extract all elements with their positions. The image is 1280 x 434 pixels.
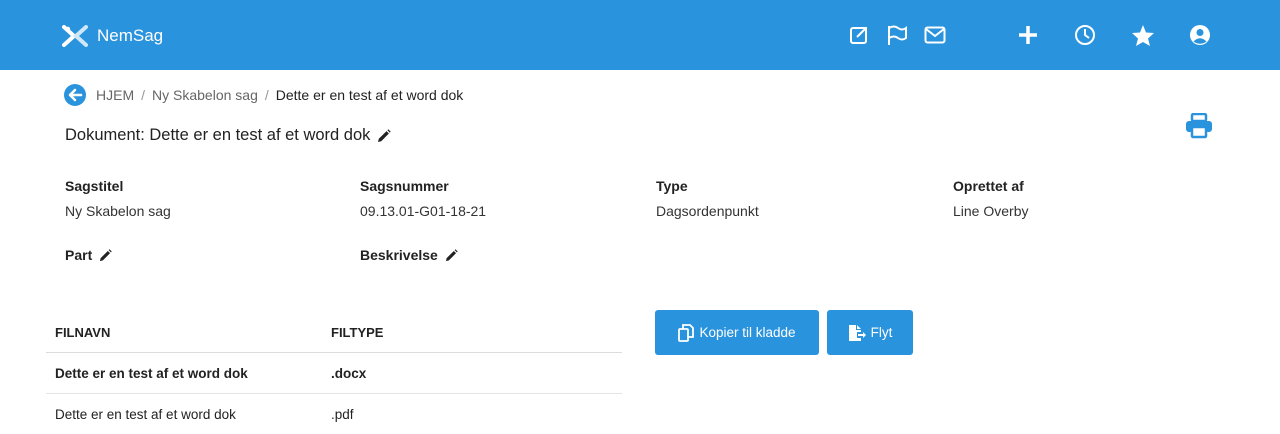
beskrivelse-label-row: Beskrivelse [360,247,458,263]
sagsnummer-label: Sagsnummer [360,178,449,194]
print-icon[interactable] [1185,113,1213,139]
flag-icon[interactable] [884,22,910,48]
meta-part: Part [65,247,112,263]
meta-type: Type Dagsordenpunkt [656,178,759,219]
move-button[interactable]: Flyt [827,310,913,355]
user-icon[interactable] [1187,22,1213,48]
table-row[interactable]: Dette er en test af et word dok .docx [46,353,622,394]
document-title-text: Dokument: Dette er en test af et word do… [65,126,371,144]
mail-icon[interactable] [922,22,948,48]
edit-pencil-icon[interactable] [99,248,112,262]
file-name: Dette er en test af et word dok [55,406,236,422]
copy-to-draft-label: Kopier til kladde [699,325,796,340]
meta-sagsnummer: Sagsnummer 09.13.01-G01-18-21 [360,178,486,219]
brand-name: NemSag [97,26,164,45]
part-label-row: Part [65,247,112,263]
star-icon[interactable] [1130,22,1156,48]
table-header: FILNAVN FILTYPE [46,313,622,353]
type-label: Type [656,178,688,194]
type-value: Dagsordenpunkt [656,203,759,219]
meta-beskrivelse: Beskrivelse [360,247,458,263]
oprettet-af-value: Line Overby [953,203,1029,219]
external-link-icon[interactable] [846,22,872,48]
breadcrumb-current: Dette er en test af et word dok [275,87,464,103]
breadcrumb-case[interactable]: Ny Skabelon sag [152,87,258,103]
file-name: Dette er en test af et word dok [55,365,248,381]
breadcrumb-separator: / [264,87,269,103]
file-type: .docx [331,365,367,381]
breadcrumb-home[interactable]: HJEM [96,87,134,103]
top-navbar: NemSag [0,0,1280,70]
file-type: .pdf [331,406,354,422]
page-title: Dokument: Dette er en test af et word do… [65,126,392,145]
column-header-filnavn[interactable]: FILNAVN [46,325,331,340]
clock-icon[interactable] [1072,22,1098,48]
table-row[interactable]: Dette er en test af et word dok .pdf [46,394,622,434]
file-table: FILNAVN FILTYPE Dette er en test af et w… [46,313,622,434]
part-label: Part [65,247,93,263]
oprettet-af-label: Oprettet af [953,178,1024,194]
back-arrow-icon[interactable] [64,84,86,106]
breadcrumb: HJEM / Ny Skabelon sag / Dette er en tes… [64,81,463,109]
beskrivelse-label: Beskrivelse [360,247,438,263]
nemsag-logo-icon [62,25,88,47]
plus-icon[interactable] [1015,22,1041,48]
meta-oprettet-af: Oprettet af Line Overby [953,178,1028,219]
move-label: Flyt [870,325,893,340]
column-header-filtype[interactable]: FILTYPE [331,325,611,340]
copy-to-draft-button[interactable]: Kopier til kladde [655,310,819,355]
brand-logo[interactable]: NemSag [62,22,163,50]
sagsnummer-value: 09.13.01-G01-18-21 [360,203,487,219]
meta-sagstitel: Sagstitel Ny Skabelon sag [65,178,171,219]
copy-icon [678,323,695,342]
edit-pencil-icon[interactable] [377,128,392,143]
breadcrumb-separator: / [141,87,146,103]
edit-pencil-icon[interactable] [445,248,458,262]
sagstitel-label: Sagstitel [65,178,124,194]
sagstitel-value: Ny Skabelon sag [65,203,171,219]
file-export-icon [848,324,866,341]
